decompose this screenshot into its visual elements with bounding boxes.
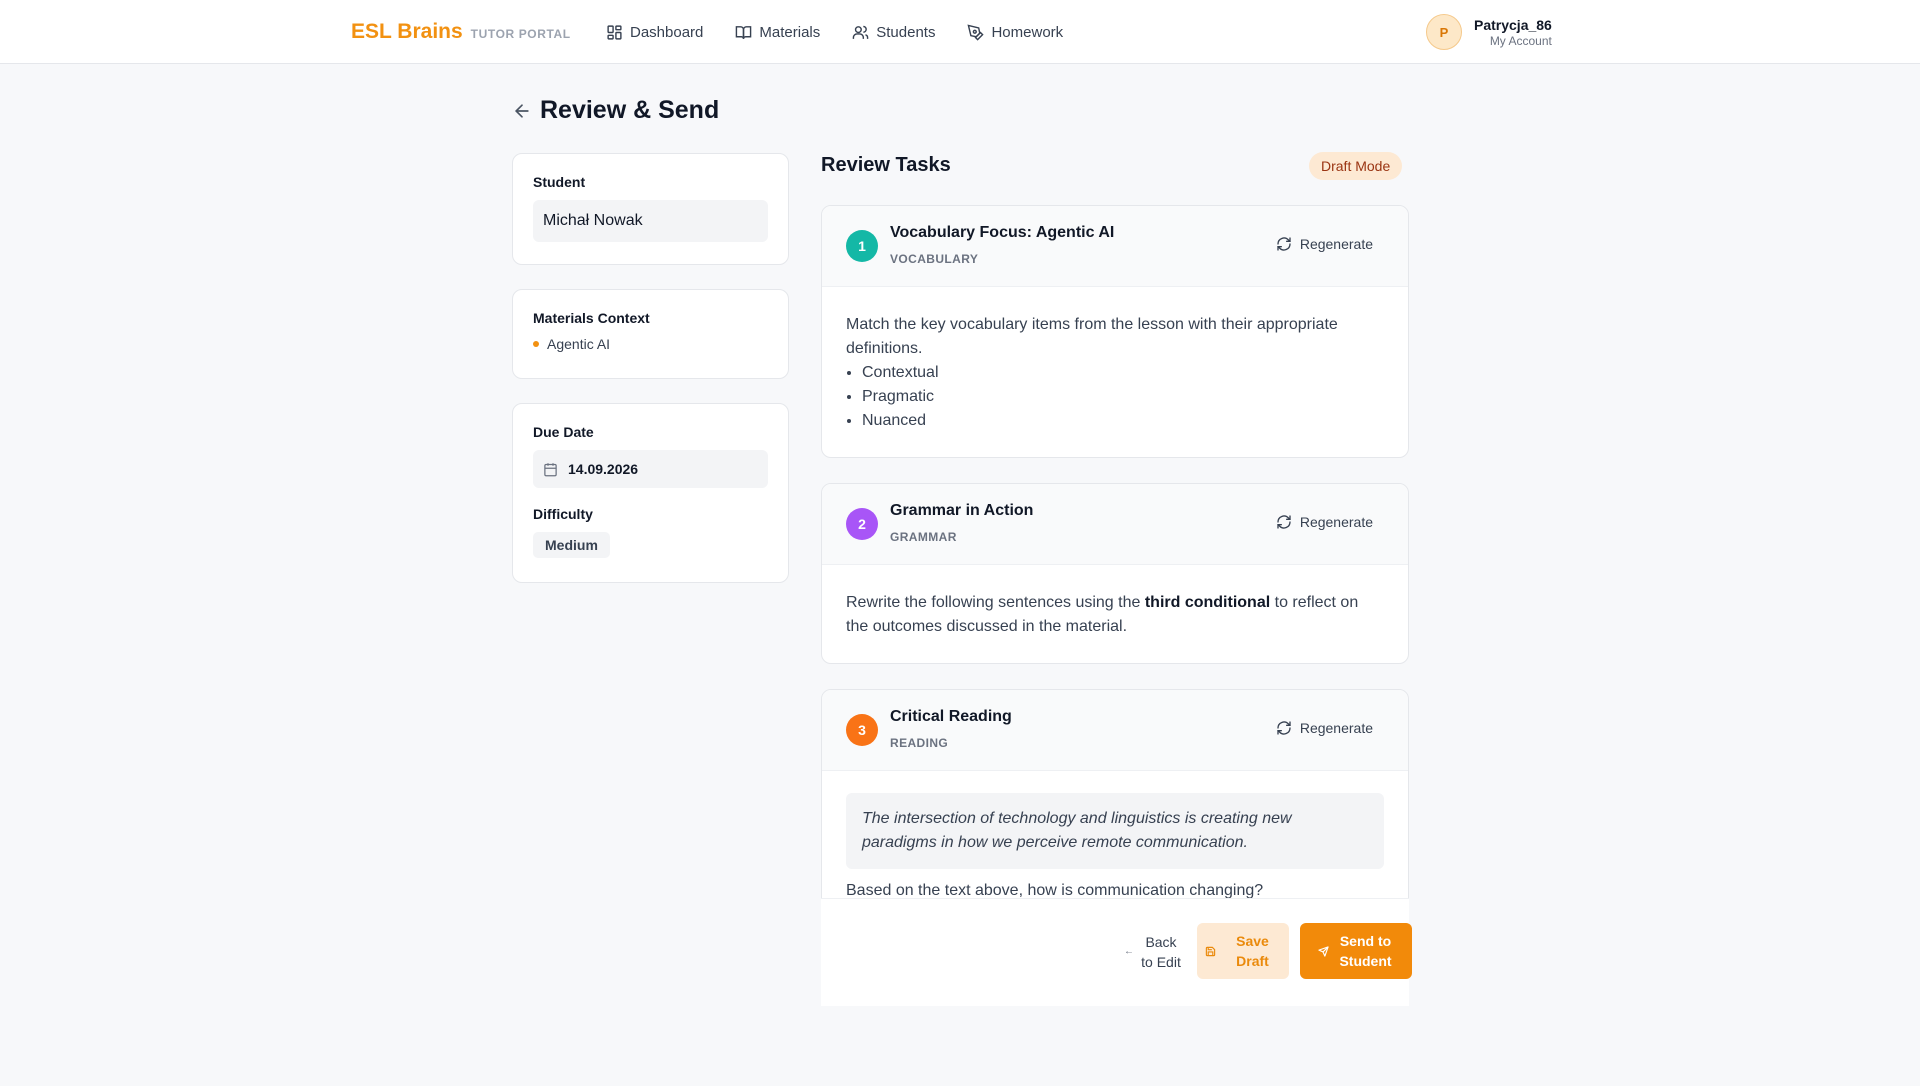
task-card: 1 Vocabulary Focus: Agentic AI VOCABULAR… (821, 205, 1409, 458)
task-instruction: Match the key vocabulary items from the … (846, 316, 1338, 357)
nav-homework[interactable]: Homework (967, 20, 1063, 44)
task-number: 2 (846, 508, 878, 540)
draft-mode-badge: Draft Mode (1309, 152, 1403, 180)
task-body: The intersection of technology and lingu… (822, 771, 1408, 898)
materials-context-card: Materials Context Agentic AI (512, 289, 789, 379)
due-date-value: 14.09.2026 (568, 461, 639, 477)
list-item: Contextual (862, 361, 1384, 385)
send-to-student-button[interactable]: Send to Student (1300, 923, 1412, 979)
regenerate-button[interactable]: Regenerate (1276, 514, 1373, 530)
brand[interactable]: ESL Brains TUTOR PORTAL (351, 20, 571, 44)
nav-dashboard[interactable]: Dashboard (606, 20, 703, 44)
send-icon (1317, 945, 1329, 957)
task-title: Grammar in Action (890, 502, 1034, 519)
reading-quote: The intersection of technology and lingu… (846, 793, 1384, 869)
avatar: P (1426, 14, 1462, 50)
list-item: Nuanced (862, 409, 1384, 433)
schedule-card: Due Date 14.09.2026 Difficulty Medium (512, 403, 789, 583)
vocabulary-list: Contextual Pragmatic Nuanced (862, 361, 1384, 433)
brand-subtitle: TUTOR PORTAL (470, 27, 571, 41)
nav-materials-label: Materials (759, 23, 821, 41)
task-card: 3 Critical Reading READING Regenerate Th… (821, 689, 1409, 898)
student-field[interactable]: Michał Nowak (533, 200, 768, 242)
student-label: Student (533, 174, 586, 190)
nav-students[interactable]: Students (852, 20, 935, 44)
task-type: READING (890, 736, 949, 750)
main-nav: Dashboard Materials Students Homework (606, 20, 1063, 44)
difficulty-badge: Medium (533, 532, 610, 558)
due-date-label: Due Date (533, 424, 594, 440)
back-to-edit-label: Back to Edit (1141, 934, 1181, 970)
materials-context-label: Materials Context (533, 310, 650, 326)
refresh-icon (1277, 237, 1291, 251)
tasks-scroll-area[interactable]: 1 Vocabulary Focus: Agentic AI VOCABULAR… (821, 205, 1409, 898)
task-number: 1 (846, 230, 878, 262)
arrow-left-icon: ← (1124, 946, 1134, 957)
task-header: 3 Critical Reading READING Regenerate (822, 690, 1408, 771)
grid-icon (607, 24, 622, 40)
task-instruction: Rewrite the following sentences using th… (846, 591, 1384, 639)
account-name: Patrycja_86 (1474, 16, 1552, 33)
refresh-icon (1277, 515, 1291, 529)
regenerate-label: Regenerate (1299, 514, 1373, 530)
instruction-text: Rewrite the following sentences using th… (846, 594, 1145, 611)
send-to-student-label: Send to Student (1339, 933, 1392, 969)
task-number: 3 (846, 714, 878, 746)
task-title: Critical Reading (890, 708, 1012, 725)
pen-tool-icon (967, 23, 985, 41)
task-type: VOCABULARY (890, 252, 979, 266)
nav-homework-label: Homework (991, 23, 1064, 41)
calendar-icon (544, 462, 557, 476)
page-title: Review & Send (540, 96, 720, 124)
review-tasks-title: Review Tasks (821, 154, 951, 176)
student-card: Student Michał Nowak (512, 153, 789, 265)
task-body: Match the key vocabulary items from the … (822, 287, 1408, 457)
regenerate-label: Regenerate (1299, 720, 1373, 736)
users-icon (852, 25, 869, 39)
materials-context-item-label: Agentic AI (547, 336, 611, 352)
save-draft-label: Save Draft (1236, 933, 1269, 969)
nav-students-label: Students (876, 23, 936, 41)
nav-dashboard-label: Dashboard (630, 23, 704, 41)
arrow-left-icon[interactable] (512, 101, 532, 121)
save-draft-button[interactable]: Save Draft (1197, 923, 1289, 979)
task-type: GRAMMAR (890, 530, 957, 544)
brand-name: ESL Brains (351, 20, 463, 43)
task-body: Rewrite the following sentences using th… (822, 565, 1408, 663)
instruction-emphasis: third conditional (1144, 594, 1271, 611)
account-menu[interactable]: P Patrycja_86 My Account (1426, 14, 1552, 50)
save-icon (1205, 946, 1215, 956)
materials-context-item: Agentic AI (533, 336, 768, 352)
task-question: Based on the text above, how is communic… (846, 882, 1264, 898)
list-item: Pragmatic (862, 385, 1384, 409)
difficulty-label: Difficulty (533, 506, 593, 522)
regenerate-label: Regenerate (1299, 236, 1373, 252)
refresh-icon (1277, 721, 1291, 735)
back-to-edit-button[interactable]: ← Back to Edit (1124, 922, 1182, 982)
task-card: 2 Grammar in Action GRAMMAR Regenerate R… (821, 483, 1409, 664)
book-open-icon (736, 25, 752, 39)
task-header: 1 Vocabulary Focus: Agentic AI VOCABULAR… (822, 206, 1408, 287)
nav-materials[interactable]: Materials (735, 20, 820, 44)
account-sub: My Account (1489, 33, 1552, 48)
regenerate-button[interactable]: Regenerate (1276, 236, 1373, 252)
regenerate-button[interactable]: Regenerate (1276, 720, 1373, 736)
bullet-dot-icon (533, 341, 539, 347)
task-title: Vocabulary Focus: Agentic AI (890, 224, 1115, 241)
task-header: 2 Grammar in Action GRAMMAR Regenerate (822, 484, 1408, 565)
due-date-field[interactable]: 14.09.2026 (533, 450, 768, 488)
top-navbar: ESL Brains TUTOR PORTAL Dashboard Materi… (0, 0, 1920, 64)
